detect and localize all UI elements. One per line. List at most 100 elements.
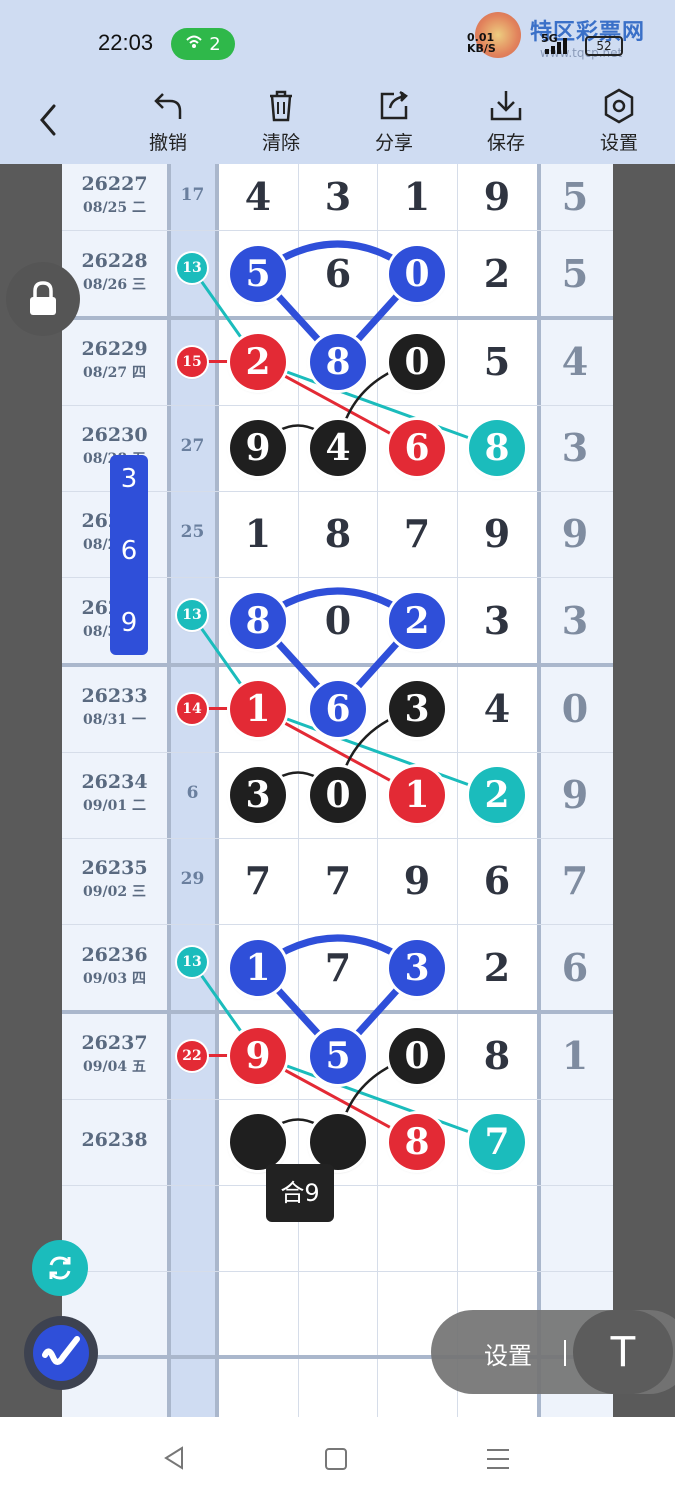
- undo-button[interactable]: 撤销: [123, 86, 213, 164]
- red-ball[interactable]: 8: [389, 1114, 445, 1170]
- back-button[interactable]: [30, 100, 70, 140]
- digit-cell[interactable]: 9: [467, 167, 527, 227]
- fifth-digit-cell: 7: [561, 858, 589, 903]
- back-chevron-icon: [40, 104, 56, 136]
- digit-cell[interactable]: 3: [467, 591, 527, 651]
- digit-cell[interactable]: 4: [467, 679, 527, 739]
- fifth-digit-cell: 5: [561, 251, 589, 296]
- red-ball[interactable]: 9: [230, 1027, 286, 1084]
- red-ball[interactable]: 1: [230, 680, 286, 737]
- digit-cell[interactable]: 8: [467, 1026, 527, 1086]
- sum-cell: 6: [186, 783, 199, 803]
- red-ball[interactable]: 2: [230, 333, 286, 390]
- lock-button[interactable]: [6, 262, 80, 336]
- text-tool-button[interactable]: T: [573, 1310, 673, 1394]
- grid-vline: [298, 164, 299, 1417]
- gear-icon: [604, 88, 634, 124]
- digit-cell[interactable]: 8: [308, 504, 368, 564]
- digit-cell[interactable]: 7: [308, 938, 368, 998]
- number-group-pill[interactable]: 3 6 9: [110, 455, 148, 655]
- digit-cell[interactable]: 9: [387, 851, 447, 911]
- grid-hline: [62, 1185, 613, 1186]
- nav-home-button[interactable]: [323, 1446, 349, 1476]
- black-ball[interactable]: [230, 1114, 286, 1170]
- settings-button[interactable]: 设置: [574, 86, 664, 164]
- digit-cell[interactable]: 7: [228, 851, 288, 911]
- lock-icon: [30, 281, 56, 315]
- pill-number: 9: [120, 608, 138, 638]
- red-tag: 15: [177, 346, 207, 377]
- teal-ball[interactable]: 8: [469, 420, 525, 476]
- fifth-digit-cell: 5: [561, 174, 589, 219]
- panel-settings-button[interactable]: 设置: [484, 1336, 532, 1371]
- blue-ball[interactable]: 0: [389, 246, 445, 302]
- digit-cell[interactable]: 4: [228, 167, 288, 227]
- grid-vline: [377, 164, 378, 1417]
- wifi-hotspot-pill[interactable]: 2: [171, 28, 235, 60]
- teal-ball[interactable]: 2: [469, 767, 525, 823]
- clear-label: 清除: [261, 132, 300, 154]
- black-ball[interactable]: 0: [389, 1027, 445, 1084]
- sum-cell: 29: [180, 869, 205, 889]
- refresh-icon: [49, 1256, 71, 1280]
- grid-vline: [457, 164, 458, 1417]
- issue-date: 09/04 五: [83, 1058, 146, 1075]
- digit-cell[interactable]: 1: [387, 167, 447, 227]
- blue-ball[interactable]: 5: [230, 246, 286, 302]
- wifi-count: 2: [209, 33, 221, 55]
- black-ball[interactable]: 3: [389, 680, 445, 737]
- blue-ball[interactable]: 2: [389, 593, 445, 649]
- nav-back-button[interactable]: [160, 1444, 188, 1476]
- digit-cell[interactable]: 6: [308, 244, 368, 304]
- grid-hline: [62, 1010, 613, 1014]
- battery-indicator: 52: [585, 36, 623, 56]
- red-tag: 22: [177, 1040, 207, 1071]
- issue-number: 26238: [81, 1129, 148, 1151]
- digit-cell[interactable]: 6: [467, 851, 527, 911]
- nav-menu-button[interactable]: [484, 1446, 512, 1476]
- blue-ball[interactable]: 6: [310, 680, 366, 737]
- digit-cell[interactable]: 5: [467, 332, 527, 392]
- share-label: 分享: [374, 132, 413, 154]
- digit-cell[interactable]: 1: [228, 504, 288, 564]
- blue-ball[interactable]: 5: [310, 1027, 366, 1084]
- black-ball[interactable]: 4: [310, 420, 366, 476]
- digit-cell[interactable]: 2: [467, 244, 527, 304]
- fifth-digit-cell: 9: [561, 511, 589, 556]
- refresh-button[interactable]: [32, 1240, 88, 1296]
- share-button[interactable]: 分享: [349, 86, 439, 164]
- nav-back-icon: [164, 1446, 183, 1470]
- red-ball[interactable]: 1: [389, 767, 445, 823]
- black-ball[interactable]: 3: [230, 767, 286, 823]
- issue-date: 09/03 四: [83, 971, 146, 987]
- app-logo-button[interactable]: [24, 1316, 98, 1390]
- download-icon: [490, 91, 522, 121]
- issue-cell: 26237 09/04 五: [62, 1032, 167, 1076]
- blue-ball[interactable]: 8: [310, 333, 366, 390]
- digit-cell[interactable]: 7: [387, 504, 447, 564]
- save-button[interactable]: 保存: [461, 86, 551, 164]
- share-icon: [380, 90, 408, 120]
- teal-ball[interactable]: 7: [469, 1114, 525, 1170]
- sum-cell: 27: [180, 436, 205, 456]
- blue-ball[interactable]: 8: [230, 593, 286, 649]
- pill-number: 3: [120, 464, 138, 494]
- nav-home-icon: [325, 1448, 347, 1470]
- black-ball[interactable]: [310, 1114, 366, 1170]
- black-ball[interactable]: 9: [230, 420, 286, 476]
- issue-number: 26236: [81, 944, 148, 966]
- blue-ball[interactable]: 3: [389, 940, 445, 996]
- black-ball[interactable]: 0: [310, 767, 366, 823]
- clear-button[interactable]: 清除: [236, 86, 326, 164]
- digit-cell[interactable]: 7: [308, 851, 368, 911]
- settings-label: 设置: [599, 132, 638, 154]
- blue-ball[interactable]: 1: [230, 940, 286, 996]
- digit-cell[interactable]: 0: [308, 591, 368, 651]
- digit-cell[interactable]: 9: [467, 504, 527, 564]
- digit-cell[interactable]: 3: [308, 167, 368, 227]
- digit-cell[interactable]: 2: [467, 938, 527, 998]
- red-ball[interactable]: 6: [389, 420, 445, 476]
- grid-hline: [62, 838, 613, 839]
- issue-cell: 26235 09/02 三: [62, 857, 167, 901]
- black-ball[interactable]: 0: [389, 333, 445, 390]
